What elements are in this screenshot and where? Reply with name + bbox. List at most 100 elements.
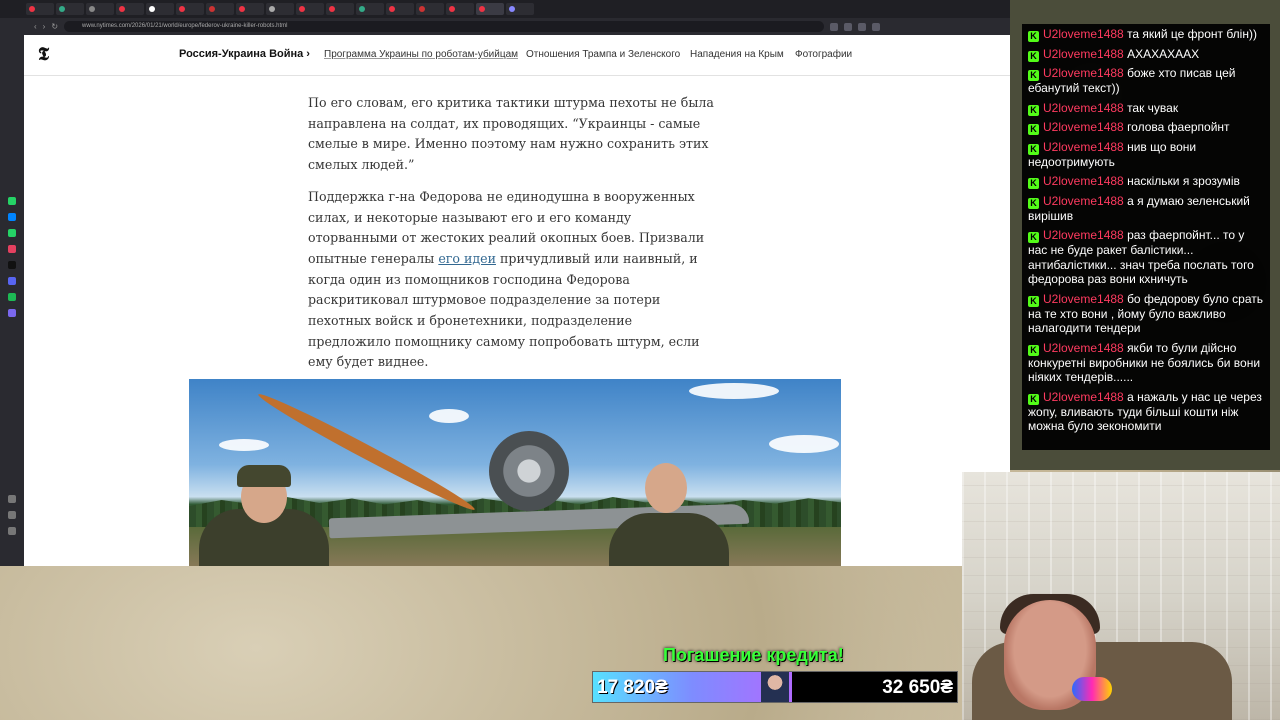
browser-tab[interactable] xyxy=(506,3,534,15)
chat-username[interactable]: U2loveme1488 xyxy=(1043,194,1124,208)
reload-icon[interactable]: ↻ xyxy=(51,22,58,31)
browser-tab[interactable] xyxy=(26,3,54,15)
x-icon[interactable] xyxy=(8,261,16,269)
browser-tab[interactable] xyxy=(416,3,444,15)
browser-tab[interactable] xyxy=(296,3,324,15)
browser-tab[interactable] xyxy=(386,3,414,15)
chat-username[interactable]: U2loveme1488 xyxy=(1043,292,1124,306)
tab-favicon-icon xyxy=(509,6,515,12)
chat-message: K U2loveme1488 наскільки я зрозумів xyxy=(1028,174,1264,190)
browser-sidebar xyxy=(0,35,24,566)
section-link[interactable]: Россия-Украина Война › xyxy=(179,48,310,60)
instagram-icon[interactable] xyxy=(8,245,16,253)
nav-link-photos[interactable]: Фотографии xyxy=(795,49,852,60)
chat-text: та який це фронт блін)) xyxy=(1127,27,1257,41)
tab-favicon-icon xyxy=(59,6,65,12)
chat-username[interactable]: U2loveme1488 xyxy=(1043,390,1124,404)
spotify-icon[interactable] xyxy=(8,293,16,301)
tab-favicon-icon xyxy=(449,6,455,12)
chat-username[interactable]: U2loveme1488 xyxy=(1043,120,1124,134)
chat-username[interactable]: U2loveme1488 xyxy=(1043,140,1124,154)
discord-icon[interactable] xyxy=(8,277,16,285)
browser-tab[interactable] xyxy=(476,3,504,15)
goal-avatar xyxy=(761,672,789,702)
whatsapp-icon[interactable] xyxy=(8,197,16,205)
browser-tab[interactable] xyxy=(206,3,234,15)
chat-message: K U2loveme1488 якби то були дійсно конкур… xyxy=(1028,341,1264,385)
tab-favicon-icon xyxy=(359,6,365,12)
chat-username[interactable]: U2loveme1488 xyxy=(1043,101,1124,115)
chat-message: K U2loveme1488 нив що вони недоотримують xyxy=(1028,140,1264,170)
nyt-logo[interactable]: 𝕿 xyxy=(38,44,49,65)
tab-favicon-icon xyxy=(389,6,395,12)
browser-tab[interactable] xyxy=(236,3,264,15)
chat-message: K U2loveme1488 боже хто писав цей ебанути… xyxy=(1028,66,1264,96)
chat-username[interactable]: U2loveme1488 xyxy=(1043,341,1124,355)
chat-message: K U2loveme1488 голова фаерпойнт xyxy=(1028,120,1264,136)
nav-link-robots[interactable]: Программа Украины по роботам-убийцам xyxy=(324,49,518,60)
history-icon[interactable] xyxy=(8,495,16,503)
extension-icon[interactable] xyxy=(858,22,867,31)
browser-tab[interactable] xyxy=(86,3,114,15)
browser-tab[interactable] xyxy=(356,3,384,15)
chat-username[interactable]: U2loveme1488 xyxy=(1043,27,1124,41)
tab-favicon-icon xyxy=(29,6,35,12)
browser-window: ‹ › ↻ www.nytimes.com/2026/01/21/world/e… xyxy=(0,0,1010,566)
extension-icon[interactable] xyxy=(830,22,839,31)
chat-message: K U2loveme1488 бо федорову було срать на … xyxy=(1028,292,1264,336)
article-link[interactable]: его идеи xyxy=(438,251,496,266)
article-paragraph: По его словам, его критика тактики штурм… xyxy=(308,95,714,173)
article-body: По его словам, его критика тактики штурм… xyxy=(308,93,718,384)
kick-badge-icon: K xyxy=(1028,393,1039,405)
messenger-icon[interactable] xyxy=(8,213,16,221)
nyt-header-nav: 𝕿 Россия-Украина Война › Программа Украи… xyxy=(24,35,1010,76)
menu-icon[interactable] xyxy=(872,22,881,31)
chat-username[interactable]: U2loveme1488 xyxy=(1043,47,1124,61)
chat-message: K U2loveme1488 та який це фронт блін)) xyxy=(1028,27,1264,42)
browser-tab[interactable] xyxy=(146,3,174,15)
chat-message: K U2loveme1488 так чувак xyxy=(1028,101,1264,116)
forward-icon[interactable]: › xyxy=(43,22,46,31)
chat-message: K U2loveme1488 а я думаю зеленський виріш… xyxy=(1028,194,1264,224)
chat-message: K U2loveme1488 АХАХАХААХ xyxy=(1028,47,1264,62)
extension-icon[interactable] xyxy=(844,22,853,31)
settings-icon[interactable] xyxy=(8,527,16,535)
chat-username[interactable]: U2loveme1488 xyxy=(1043,228,1124,242)
kick-badge-icon: K xyxy=(1028,50,1039,62)
url-field[interactable]: www.nytimes.com/2026/01/21/world/europe/… xyxy=(64,21,825,32)
kick-badge-icon: K xyxy=(1028,70,1039,82)
tab-favicon-icon xyxy=(299,6,305,12)
browser-tab[interactable] xyxy=(116,3,144,15)
chat-username[interactable]: U2loveme1488 xyxy=(1043,174,1124,188)
microphone xyxy=(1072,677,1112,701)
tab-favicon-icon xyxy=(89,6,95,12)
downloads-icon[interactable] xyxy=(8,511,16,519)
tab-favicon-icon xyxy=(269,6,275,12)
browser-tab[interactable] xyxy=(326,3,354,15)
tab-favicon-icon xyxy=(329,6,335,12)
tab-favicon-icon xyxy=(419,6,425,12)
kick-badge-icon: K xyxy=(1028,232,1039,244)
chat-app-icon[interactable] xyxy=(8,229,16,237)
chat-text: так чувак xyxy=(1127,100,1179,115)
donation-goal-title: Погашение кредита! xyxy=(663,645,844,665)
nyt-article-page: 𝕿 Россия-Украина Война › Программа Украи… xyxy=(24,35,1010,566)
kick-badge-icon: K xyxy=(1028,124,1039,136)
browser-tab[interactable] xyxy=(56,3,84,15)
tab-favicon-icon xyxy=(119,6,125,12)
tab-favicon-icon xyxy=(179,6,185,12)
nav-link-trump-zelensky[interactable]: Отношения Трампа и Зеленского xyxy=(526,49,680,60)
app-icon[interactable] xyxy=(8,309,16,317)
chat-username[interactable]: U2loveme1488 xyxy=(1043,66,1124,80)
kick-badge-icon: K xyxy=(1028,31,1039,42)
back-icon[interactable]: ‹ xyxy=(34,22,37,31)
nav-link-crimea[interactable]: Нападения на Крым xyxy=(690,49,784,60)
browser-tab[interactable] xyxy=(176,3,204,15)
kick-badge-icon: K xyxy=(1028,104,1039,116)
donation-goal-bar: 17 820₴ 32 650₴ xyxy=(592,671,958,703)
browser-tab[interactable] xyxy=(266,3,294,15)
kick-badge-icon: K xyxy=(1028,178,1039,190)
tab-favicon-icon xyxy=(239,6,245,12)
article-photo xyxy=(189,379,841,566)
browser-tab[interactable] xyxy=(446,3,474,15)
